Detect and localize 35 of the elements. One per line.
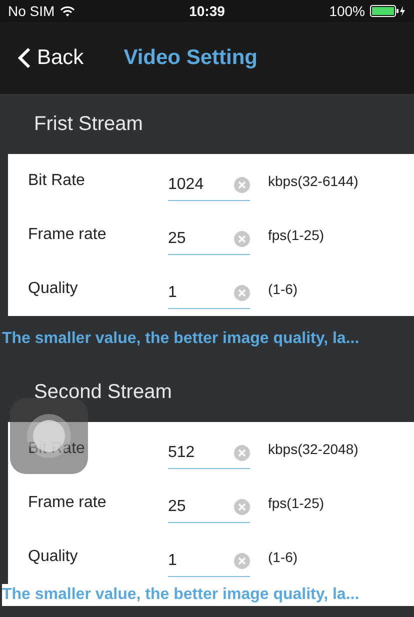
input-field[interactable]: 1 [168, 278, 250, 308]
range-hint: (1-6) [268, 281, 298, 297]
clear-icon[interactable] [234, 230, 250, 246]
chevron-left-icon [18, 47, 31, 69]
range-hint: kbps(32-2048) [268, 441, 358, 457]
clear-icon[interactable] [234, 284, 250, 300]
range-hint: fps(1-25) [268, 227, 324, 243]
back-button[interactable]: Back [18, 46, 84, 70]
battery-charging-icon [370, 5, 406, 17]
input-field[interactable]: 1024 [168, 170, 250, 200]
field-label: Frame rate [28, 226, 108, 244]
input-field[interactable]: 512 [168, 438, 250, 468]
wifi-icon [60, 6, 75, 16]
field-label: Quality [28, 548, 79, 566]
field-label: Frame rate [28, 494, 108, 512]
clear-icon[interactable] [234, 444, 250, 460]
input-field[interactable]: 1 [168, 546, 250, 576]
field-label: Bit Rate [28, 172, 86, 190]
input-field[interactable]: 25 [168, 492, 250, 522]
input-field[interactable]: 25 [168, 224, 250, 254]
clock-text: 10:39 [189, 3, 225, 19]
range-hint: fps(1-25) [268, 495, 324, 511]
battery-percent: 100% [329, 3, 365, 19]
carrier-text: No SIM [8, 3, 55, 19]
range-hint: kbps(32-6144) [268, 173, 358, 189]
clear-icon[interactable] [234, 552, 250, 568]
hint-text: The smaller value, the better image quality, la... [2, 584, 414, 606]
field-label: Bit Rate [28, 440, 86, 458]
field-label: Quality [28, 280, 79, 298]
floating-touch-button[interactable] [10, 398, 88, 474]
range-hint: (1-6) [268, 549, 298, 565]
clear-icon[interactable] [234, 176, 250, 192]
hint-text: The smaller value, the better image quality, la... [2, 329, 360, 349]
clear-icon[interactable] [234, 498, 250, 514]
screen-title: Video Setting [124, 46, 258, 70]
